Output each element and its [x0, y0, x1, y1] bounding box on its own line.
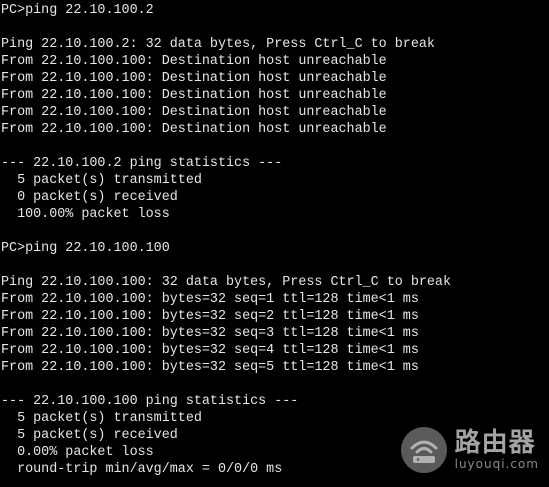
- router-logo-icon: [400, 427, 447, 473]
- terminal-line: From 22.10.100.100: Destination host unr…: [1, 88, 387, 103]
- terminal-line: Ping 22.10.100.100: 32 data bytes, Press…: [1, 275, 451, 290]
- terminal-line: From 22.10.100.100: bytes=32 seq=4 ttl=1…: [1, 343, 419, 358]
- terminal-line: PC>ping 22.10.100.100: [1, 241, 170, 256]
- terminal-line: 5 packet(s) transmitted: [1, 173, 202, 188]
- terminal-line: From 22.10.100.100: Destination host unr…: [1, 105, 387, 120]
- terminal-line: 5 packet(s) transmitted: [1, 411, 202, 426]
- terminal-line: 0 packet(s) received: [1, 190, 178, 205]
- terminal-line: --- 22.10.100.2 ping statistics ---: [1, 156, 283, 171]
- watermark: 路由器 luyouqi.com: [400, 427, 539, 473]
- terminal-line: 100.00% packet loss: [1, 207, 170, 222]
- terminal-window[interactable]: PC>ping 22.10.100.2 Ping 22.10.100.2: 32…: [0, 0, 549, 487]
- terminal-line: From 22.10.100.100: Destination host unr…: [1, 122, 387, 137]
- terminal-line: From 22.10.100.100: bytes=32 seq=2 ttl=1…: [1, 309, 419, 324]
- watermark-url: luyouqi.com: [454, 457, 539, 471]
- terminal-line: --- 22.10.100.100 ping statistics ---: [1, 394, 299, 409]
- watermark-title: 路由器: [454, 428, 536, 458]
- terminal-line: Ping 22.10.100.2: 32 data bytes, Press C…: [1, 37, 435, 52]
- terminal-line: From 22.10.100.100: Destination host unr…: [1, 54, 387, 69]
- terminal-line: PC>ping 22.10.100.2: [1, 3, 154, 18]
- terminal-line: From 22.10.100.100: bytes=32 seq=3 ttl=1…: [1, 326, 419, 341]
- terminal-line: From 22.10.100.100: bytes=32 seq=5 ttl=1…: [1, 360, 419, 375]
- terminal-line: From 22.10.100.100: bytes=32 seq=1 ttl=1…: [1, 292, 419, 307]
- terminal-line: From 22.10.100.100: Destination host unr…: [1, 71, 387, 86]
